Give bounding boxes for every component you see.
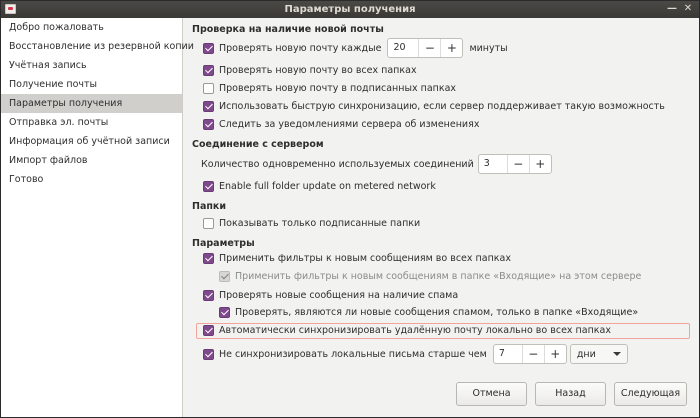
fast-sync-row: Использовать быструю синхронизацию, если… bbox=[203, 101, 665, 112]
spam-inbox-label: Проверять, являются ли новые сообщения с… bbox=[235, 307, 639, 318]
spam-check-row: Проверять новые сообщения на наличие спа… bbox=[203, 290, 458, 301]
fast-sync-label: Использовать быструю синхронизацию, если… bbox=[219, 101, 665, 112]
minus-icon[interactable]: − bbox=[418, 39, 440, 57]
sidebar-item-sending-mail[interactable]: Отправка эл. почты bbox=[1, 113, 182, 132]
no-sync-older-checkbox[interactable] bbox=[203, 348, 214, 360]
no-sync-older-spinner[interactable]: 7 − + bbox=[492, 344, 567, 364]
no-sync-older-row: Не синхронизировать локальные письма ста… bbox=[203, 344, 628, 364]
spam-inbox-row: Проверять, являются ли новые сообщения с… bbox=[219, 307, 638, 318]
metered-checkbox[interactable] bbox=[203, 181, 214, 192]
subscribed-folders-label: Проверять новую почту в подписанных папк… bbox=[219, 83, 457, 94]
no-sync-older-label: Не синхронизировать локальные письма ста… bbox=[219, 348, 487, 360]
all-folders-row: Проверять новую почту во всех папках bbox=[203, 65, 417, 76]
subscribed-folders-row: Проверять новую почту в подписанных папк… bbox=[203, 83, 456, 94]
title-bar: Параметры получения — ✕ bbox=[1, 1, 699, 18]
connections-value[interactable]: 3 bbox=[479, 155, 507, 173]
connections-label: Количество одновременно используемых сое… bbox=[201, 158, 474, 170]
no-sync-older-unit-value: дни bbox=[576, 348, 596, 360]
window-title: Параметры получения bbox=[284, 4, 416, 15]
auto-sync-label: Автоматически синхронизировать удалённую… bbox=[219, 325, 611, 336]
mail-app-icon bbox=[5, 4, 16, 14]
main-content: Проверка на наличие новой почты Проверят… bbox=[183, 18, 699, 417]
filters-inbox-checkbox bbox=[219, 271, 230, 282]
chevron-down-icon bbox=[612, 352, 621, 356]
filters-inbox-label: Применить фильтры к новым сообщениям в п… bbox=[235, 271, 642, 282]
auto-sync-row: Автоматически синхронизировать удалённую… bbox=[203, 325, 611, 336]
fast-sync-checkbox[interactable] bbox=[203, 101, 214, 112]
check-every-unit: минуты bbox=[469, 42, 508, 54]
sidebar-item-receiving-mail[interactable]: Получение почты bbox=[1, 75, 182, 94]
cancel-button[interactable]: Отмена bbox=[456, 382, 527, 406]
sidebar-item-receiving-options[interactable]: Параметры получения bbox=[1, 94, 182, 113]
subscribed-only-label: Показывать только подписанные папки bbox=[219, 218, 421, 229]
assistant-window: Параметры получения — ✕ Добро пожаловать… bbox=[0, 0, 700, 418]
section-title-folders: Папки bbox=[192, 201, 227, 212]
no-sync-older-value[interactable]: 7 bbox=[494, 345, 522, 363]
back-button[interactable]: Назад bbox=[535, 382, 606, 406]
server-notifications-row: Следить за уведомлениями сервера об изме… bbox=[203, 119, 479, 130]
sidebar-item-import-files[interactable]: Импорт файлов bbox=[1, 151, 182, 170]
all-folders-label: Проверять новую почту во всех папках bbox=[219, 65, 417, 76]
filters-all-row: Применить фильтры к новым сообщениям во … bbox=[203, 253, 511, 264]
metered-row: Enable full folder update on metered net… bbox=[203, 181, 436, 192]
check-every-value[interactable]: 20 bbox=[388, 39, 418, 57]
spam-check-label: Проверять новые сообщения на наличие спа… bbox=[219, 290, 459, 301]
connections-row: Количество одновременно используемых сое… bbox=[201, 154, 552, 174]
sidebar-item-restore-backup[interactable]: Восстановление из резервной копии bbox=[1, 37, 194, 56]
filters-inbox-row: Применить фильтры к новым сообщениям в п… bbox=[219, 271, 641, 282]
plus-icon[interactable]: + bbox=[440, 39, 462, 57]
spam-inbox-checkbox[interactable] bbox=[219, 307, 230, 318]
next-button[interactable]: Следующая bbox=[614, 382, 687, 406]
check-every-spinner[interactable]: 20 − + bbox=[387, 38, 464, 58]
subscribed-folders-checkbox[interactable] bbox=[203, 83, 214, 94]
minus-icon[interactable]: − bbox=[506, 155, 529, 173]
auto-sync-checkbox[interactable] bbox=[203, 325, 214, 336]
server-notifications-label: Следить за уведомлениями сервера об изме… bbox=[219, 119, 480, 130]
sidebar-item-account-summary[interactable]: Информация об учётной записи bbox=[1, 132, 182, 151]
all-folders-checkbox[interactable] bbox=[203, 65, 214, 76]
subscribed-only-row: Показывать только подписанные папки bbox=[203, 218, 420, 229]
section-title-options: Параметры bbox=[192, 238, 255, 249]
plus-icon[interactable]: + bbox=[528, 155, 551, 173]
sidebar-item-account[interactable]: Учётная запись bbox=[1, 56, 182, 75]
plus-icon[interactable]: + bbox=[543, 345, 566, 363]
check-every-row: Проверять новую почту каждые 20 − + мину… bbox=[203, 38, 508, 58]
check-every-label: Проверять новую почту каждые bbox=[219, 42, 382, 54]
sidebar-item-done[interactable]: Готово bbox=[1, 170, 182, 189]
no-sync-older-unit-select[interactable]: дни bbox=[569, 344, 628, 364]
minimize-icon[interactable]: — bbox=[665, 2, 679, 16]
minus-icon[interactable]: − bbox=[521, 345, 544, 363]
section-title-check-mail: Проверка на наличие новой почты bbox=[192, 24, 384, 35]
filters-all-label: Применить фильтры к новым сообщениям во … bbox=[219, 253, 511, 264]
section-title-server-connection: Соединение с сервером bbox=[192, 139, 324, 150]
filters-all-checkbox[interactable] bbox=[203, 253, 214, 264]
check-every-checkbox[interactable] bbox=[203, 42, 214, 54]
spam-check-checkbox[interactable] bbox=[203, 290, 214, 301]
close-icon[interactable]: ✕ bbox=[681, 2, 695, 16]
sidebar: Добро пожаловать Восстановление из резер… bbox=[1, 18, 194, 417]
subscribed-only-checkbox[interactable] bbox=[203, 218, 214, 229]
server-notifications-checkbox[interactable] bbox=[203, 119, 214, 130]
connections-spinner[interactable]: 3 − + bbox=[477, 154, 552, 174]
sidebar-item-welcome[interactable]: Добро пожаловать bbox=[1, 18, 182, 37]
metered-label: Enable full folder update on metered net… bbox=[219, 181, 436, 192]
